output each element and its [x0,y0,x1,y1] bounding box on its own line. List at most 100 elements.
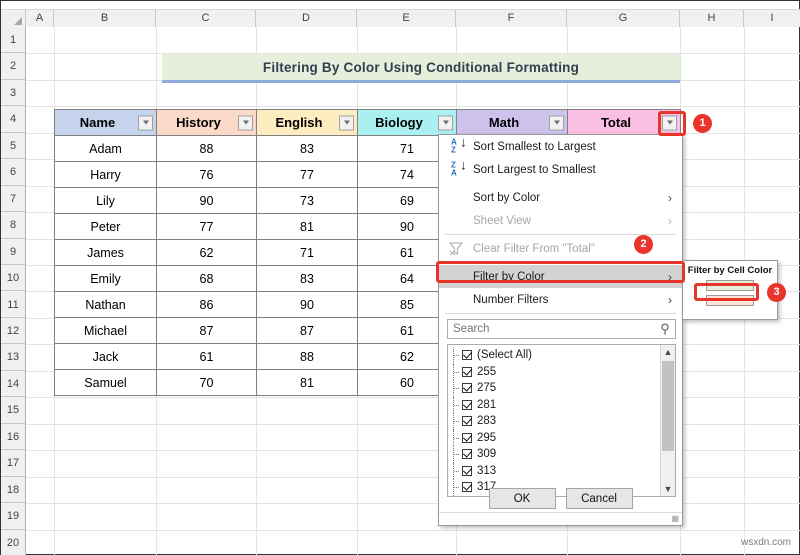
column-header-total[interactable]: Total [567,109,681,136]
filter-list-item[interactable]: (Select All) [448,347,675,364]
column-header-a[interactable]: A [26,10,54,27]
cell-history[interactable]: 62 [156,239,257,266]
filter-button-biology[interactable] [438,115,453,130]
filter-button-total[interactable] [662,115,677,130]
filter-button-english[interactable] [339,115,354,130]
column-header-english[interactable]: English [256,109,358,136]
cell-history[interactable]: 77 [156,213,257,240]
resize-grip-icon[interactable]: ▦ [671,514,679,523]
row-header-19[interactable]: 19 [1,503,25,530]
column-header-g[interactable]: G [567,10,680,27]
cell-english[interactable]: 87 [256,317,358,344]
cell-english[interactable]: 81 [256,213,358,240]
row-header-6[interactable]: 6 [1,159,25,186]
row-header-18[interactable]: 18 [1,476,25,504]
cell-history[interactable]: 70 [156,369,257,396]
filter-list-item[interactable]: 309 [448,446,675,463]
column-header-b[interactable]: B [54,10,156,27]
checkbox[interactable] [462,366,472,377]
checkbox[interactable] [462,383,472,394]
row-header-20[interactable]: 20 [1,529,25,555]
row-header-16[interactable]: 16 [1,423,25,451]
checkbox[interactable] [462,465,472,476]
cell-name[interactable]: Peter [54,213,157,240]
cell-name[interactable]: Michael [54,317,157,344]
cell-name[interactable]: Samuel [54,369,157,396]
filter-list-scrollbar[interactable]: ▲ ▼ [660,345,675,496]
menu-item-sort-smallest-to-largest[interactable]: A Z ↓ Sort Smallest to Largest [439,134,682,158]
row-header-11[interactable]: 11 [1,291,25,318]
ok-button[interactable]: OK [488,488,556,509]
cell-english[interactable]: 77 [256,161,358,188]
column-header-e[interactable]: E [357,10,456,27]
checkbox[interactable] [462,399,472,410]
cell-english[interactable]: 83 [256,265,358,292]
cell-english[interactable]: 83 [256,135,358,162]
column-header-c[interactable]: C [156,10,256,27]
row-header-1[interactable]: 1 [1,27,25,54]
cancel-button[interactable]: Cancel [565,488,633,509]
cell-history[interactable]: 68 [156,265,257,292]
menu-item-sort-largest-to-smallest[interactable]: Z A ↓ Sort Largest to Smallest [439,157,682,181]
filter-list-item[interactable]: 313 [448,462,675,479]
filter-button-history[interactable] [238,115,253,130]
column-header-math[interactable]: Math [456,109,568,136]
cell-name[interactable]: Harry [54,161,157,188]
row-header-2[interactable]: 2 [1,53,25,80]
column-header-name[interactable]: Name [54,109,157,136]
cell-history[interactable]: 88 [156,135,257,162]
cell-history[interactable]: 87 [156,317,257,344]
row-header-5[interactable]: 5 [1,132,25,160]
menu-item-number-filters[interactable]: Number Filters › [439,288,682,311]
row-header-15[interactable]: 15 [1,397,25,424]
scrollbar-thumb[interactable] [662,361,674,451]
filter-button-math[interactable] [549,115,564,130]
filter-by-cell-color-submenu[interactable]: Filter by Cell Color [682,260,778,320]
filter-list-item[interactable]: 283 [448,413,675,430]
row-header-12[interactable]: 12 [1,317,25,345]
peach-swatch[interactable] [706,295,754,306]
filter-dropdown-panel[interactable]: A Z ↓ Sort Smallest to Largest Z A ↓ Sort Large… [438,134,683,526]
checkbox[interactable] [462,350,472,361]
column-header-d[interactable]: D [256,10,357,27]
row-header-4[interactable]: 4 [1,106,25,133]
scroll-up-arrow-icon[interactable]: ▲ [661,345,675,359]
row-header-13[interactable]: 13 [1,344,25,371]
checkbox[interactable] [462,432,472,443]
cell-name[interactable]: Lily [54,187,157,214]
green-swatch[interactable] [706,280,754,291]
cell-history[interactable]: 90 [156,187,257,214]
cell-english[interactable]: 90 [256,291,358,318]
column-header-i[interactable]: I [744,10,800,27]
filter-search-box[interactable]: ⚲ [447,319,676,339]
column-header-h[interactable]: H [680,10,744,27]
cell-name[interactable]: Jack [54,343,157,370]
cell-history[interactable]: 61 [156,343,257,370]
column-header-biology[interactable]: Biology [357,109,457,136]
filter-button-name[interactable] [138,115,153,130]
filter-list-item[interactable]: 281 [448,396,675,413]
column-header-f[interactable]: F [456,10,567,27]
row-header-14[interactable]: 14 [1,370,25,398]
search-input[interactable] [448,323,655,335]
cell-name[interactable]: Nathan [54,291,157,318]
cell-english[interactable]: 73 [256,187,358,214]
cell-name[interactable]: Emily [54,265,157,292]
column-header-history[interactable]: History [156,109,257,136]
cell-history[interactable]: 76 [156,161,257,188]
row-header-9[interactable]: 9 [1,238,25,266]
cell-name[interactable]: Adam [54,135,157,162]
row-header-7[interactable]: 7 [1,185,25,213]
filter-list-item[interactable]: 295 [448,429,675,446]
filter-list-item[interactable]: 255 [448,363,675,380]
cell-english[interactable]: 88 [256,343,358,370]
filter-value-list[interactable]: (Select All) 255 275 281 283 295 309 313 317 ▲ ▼ [447,344,676,497]
row-header-3[interactable]: 3 [1,79,25,107]
cell-english[interactable]: 81 [256,369,358,396]
checkbox[interactable] [462,416,472,427]
filter-list-item[interactable]: 275 [448,380,675,397]
row-header-10[interactable]: 10 [1,265,25,292]
checkbox[interactable] [462,449,472,460]
row-header-17[interactable]: 17 [1,450,25,477]
cell-english[interactable]: 71 [256,239,358,266]
